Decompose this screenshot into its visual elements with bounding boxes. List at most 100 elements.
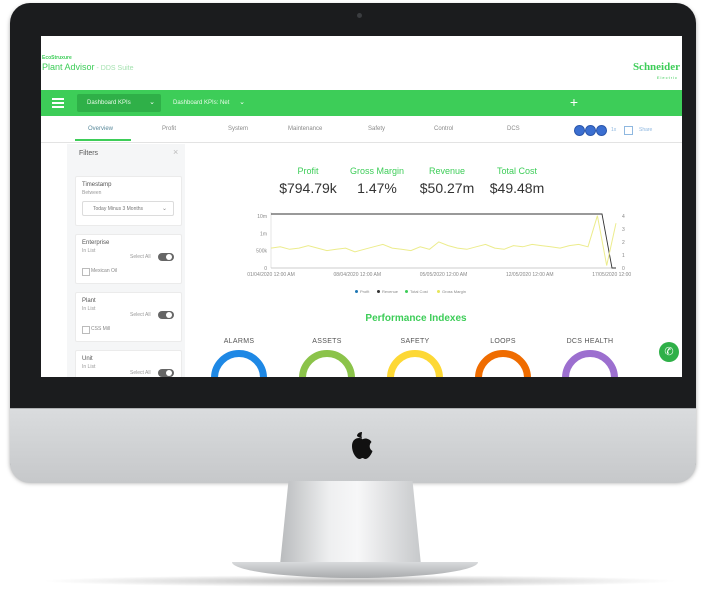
kpi-total-cost-label: Total Cost (496, 166, 538, 176)
dashboard-select-label: Dashboard KPIs (87, 100, 131, 106)
legend-total-cost-label: Total Cost (410, 289, 428, 294)
plant-checkbox[interactable] (82, 326, 90, 334)
app-title: Plant Advisor - DDS Suite (42, 62, 134, 72)
chart-axes (270, 212, 616, 269)
y-right-tick-label: 3 (622, 227, 625, 233)
add-button[interactable]: + (567, 95, 581, 109)
gauge-dcs-health[interactable] (562, 350, 618, 377)
plant-option: CSS Mill (91, 326, 111, 332)
unit-label: Unit (82, 356, 93, 362)
gross-margin-line (270, 215, 617, 266)
app-title-text: Plant Advisor (42, 62, 95, 72)
enterprise-toggle[interactable] (158, 253, 174, 261)
filters-title: Filters (79, 150, 99, 157)
tab-system[interactable]: System (228, 126, 248, 132)
enterprise-label: Enterprise (82, 240, 110, 246)
app-header: EcoStruxure Plant Advisor - DDS Suite Sch… (41, 36, 682, 88)
tab-profit[interactable]: Profit (162, 126, 176, 132)
chevron-down-icon: ⌄ (161, 206, 167, 212)
gauge-loops-label: LOOPS (490, 338, 516, 345)
tab-dcs[interactable]: DCS (507, 126, 520, 132)
legend-gross-margin: Gross Margin (437, 289, 466, 294)
chart-lines (270, 213, 617, 269)
screen: EcoStruxure Plant Advisor - DDS Suite Sch… (41, 36, 682, 377)
unit-select-all: Select All (130, 370, 151, 376)
x-tick-label: 17/05/2020 12:00 AM (592, 272, 631, 278)
timestamp-sublabel: Between (82, 190, 102, 196)
enterprise-sublabel: In List (82, 248, 96, 254)
export-icon[interactable] (624, 126, 633, 135)
chart-legend: Profit Revenue Total Cost Gross Margin (355, 289, 515, 297)
gauge-alarms[interactable] (211, 350, 267, 377)
gauge-loops[interactable] (475, 350, 531, 377)
kpi-gross-margin-label: Gross Margin (349, 166, 404, 176)
gauge-assets[interactable] (299, 350, 355, 377)
unit-filter: Unit In List Select All (75, 350, 182, 377)
legend-revenue-label: Revenue (382, 289, 399, 294)
chevron-down-icon: ⌄ (149, 99, 155, 106)
enterprise-option: Mexican Oil (91, 268, 118, 274)
kpi-gross-margin-value: 1.47% (357, 180, 397, 196)
tab-maintenance[interactable]: Maintenance (288, 126, 322, 132)
unit-sublabel: In List (82, 364, 96, 370)
second-select[interactable]: Dashboard KPIs: Net ⌄ (169, 94, 251, 112)
unit-toggle[interactable] (158, 369, 174, 377)
filters-panel: Filters × Timestamp Between Today Minus … (67, 144, 185, 377)
plant-sublabel: In List (82, 306, 96, 312)
plant-toggle[interactable] (158, 311, 174, 319)
x-tick-label: 01/04/2020 12:00 AM (247, 272, 295, 278)
user-icon[interactable] (574, 125, 585, 136)
plant-label: Plant (82, 298, 96, 304)
second-select-label: Dashboard KPIs: Net (173, 100, 230, 106)
legend-profit: Profit (355, 289, 369, 294)
kpi-total-cost-value: $49.48m (489, 180, 545, 196)
gauge-safety[interactable] (387, 350, 443, 377)
dashboard-select[interactable]: Dashboard KPIs ⌄ (77, 94, 161, 112)
hamburger-icon[interactable] (52, 98, 64, 108)
settings-icon[interactable] (585, 125, 596, 136)
tab-safety[interactable]: Safety (368, 126, 385, 132)
gauge-assets-label: ASSETS (312, 338, 342, 345)
share-icon[interactable] (596, 125, 607, 136)
schneider-logo-sub: Electric (656, 75, 678, 80)
x-tick-label: 08/04/2020 12:00 AM (333, 272, 381, 278)
legend-gross-margin-label: Gross Margin (442, 289, 467, 294)
legend-profit-label: Profit (360, 289, 370, 294)
gauge-safety-label: SAFETY (400, 338, 430, 345)
camera-icon (357, 13, 362, 18)
timestamp-value: Today Minus 3 Months (93, 206, 144, 212)
share-label[interactable]: Share (639, 127, 652, 133)
tab-control[interactable]: Control (434, 126, 453, 132)
enterprise-filter: Enterprise In List Select All Mexican Oi… (75, 234, 182, 284)
y-right-tick-label: 2 (622, 240, 625, 246)
kpi-profit-label: Profit (297, 166, 319, 176)
gauge-dcs-health-label: DCS HEALTH (566, 338, 614, 345)
close-icon[interactable]: × (173, 147, 178, 157)
enterprise-select-all: Select All (130, 254, 151, 260)
y-left-tick-label: 1m (260, 231, 267, 237)
brand-small: EcoStruxure (42, 55, 72, 61)
kpi-trend-chart: 10m1m500k04321001/04/2020 12:00 AM 08/04/… (247, 212, 631, 278)
y-left-tick-label: 10m (257, 214, 267, 220)
y-right-tick-label: 4 (622, 214, 625, 220)
plant-select-all: Select All (130, 312, 151, 318)
kpi-profit-value: $794.79k (279, 180, 337, 196)
legend-revenue: Revenue (377, 289, 398, 294)
app-subtitle: - DDS Suite (96, 65, 134, 72)
enterprise-checkbox[interactable] (82, 268, 90, 276)
gauge-alarms-label: ALARMS (223, 338, 255, 345)
phone-icon[interactable]: ✆ (659, 342, 679, 362)
timestamp-select[interactable]: Today Minus 3 Months ⌄ (82, 201, 174, 216)
timestamp-filter: Timestamp Between Today Minus 3 Months ⌄ (75, 176, 182, 226)
active-tab-indicator (75, 139, 131, 141)
zoom-label[interactable]: 1x (611, 127, 616, 133)
kpi-revenue-value: $50.27m (419, 180, 475, 196)
y-left-tick-label: 500k (256, 249, 267, 255)
kpi-revenue-label: Revenue (428, 166, 466, 176)
apple-logo-icon (352, 432, 373, 459)
chart-ticks: 10m1m500k04321001/04/2020 12:00 AM 08/04/… (247, 214, 631, 278)
performance-title: Performance Indexes (365, 313, 467, 324)
tab-overview[interactable]: Overview (88, 126, 113, 132)
revenue-line (271, 213, 616, 269)
x-tick-label: 12/05/2020 12:00 AM (506, 272, 554, 278)
